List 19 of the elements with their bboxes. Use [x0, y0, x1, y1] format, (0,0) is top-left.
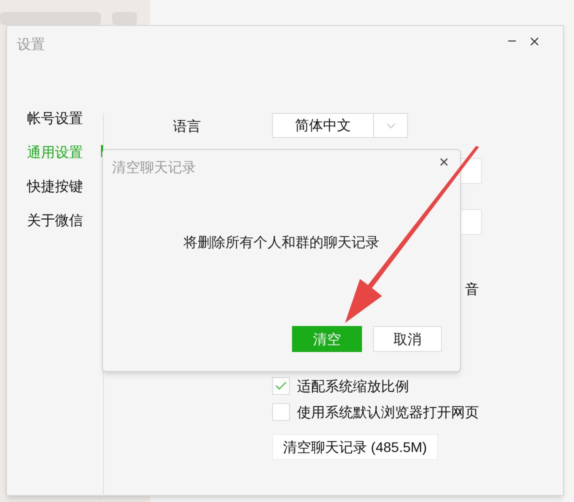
sidebar-item[interactable]: 关于微信	[27, 210, 83, 231]
dropdown-value: 简体中文	[294, 116, 352, 135]
search-field[interactable]	[0, 12, 101, 25]
dialog-message: 将删除所有个人和群的聊天记录	[182, 233, 380, 252]
checkbox-label: 使用系统默认浏览器打开网页	[297, 403, 479, 422]
option-label: 音	[465, 280, 479, 299]
clear-history-button[interactable]: 清空聊天记录 (485.5M)	[272, 434, 438, 460]
language-dropdown[interactable]: 简体中文	[272, 113, 408, 138]
close-icon	[528, 34, 540, 48]
close-icon	[438, 156, 450, 168]
checkbox-label: 适配系统缩放比例	[297, 377, 409, 396]
checkbox[interactable]	[272, 403, 290, 421]
window-title: 设置	[17, 35, 45, 54]
sidebar-item[interactable]: 快捷按键	[27, 176, 83, 197]
language-label: 语言	[173, 117, 201, 136]
sidebar-item[interactable]: 帐号设置	[27, 108, 83, 129]
cancel-button[interactable]: 取消	[373, 326, 442, 352]
dialog-title: 清空聊天记录	[112, 158, 196, 177]
checkbox[interactable]	[272, 377, 290, 395]
